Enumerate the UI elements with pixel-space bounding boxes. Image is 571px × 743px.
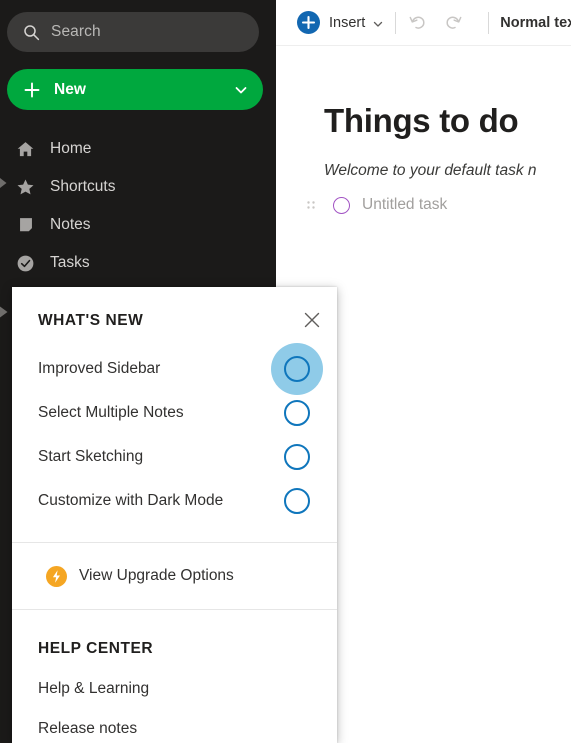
redo-icon[interactable]: [442, 12, 464, 34]
sidebar-item-home[interactable]: Home: [0, 130, 276, 168]
whats-new-popup: WHAT'S NEW Improved Sidebar Select Multi…: [12, 287, 337, 743]
insert-button-label: Insert: [329, 14, 366, 31]
sidebar-item-label: Tasks: [50, 254, 90, 271]
document-body: Things to do Welcome to your default tas…: [276, 46, 571, 217]
popup-header: WHAT'S NEW: [12, 287, 337, 347]
search-icon: [23, 24, 40, 41]
popup-divider: [12, 609, 337, 610]
plus-icon: [23, 81, 41, 99]
sidebar-item-label: Shortcuts: [50, 178, 116, 195]
sidebar-item-notes[interactable]: Notes: [0, 206, 276, 244]
insert-button[interactable]: Insert: [297, 11, 384, 34]
star-icon: [15, 177, 36, 198]
chevron-down-icon[interactable]: [233, 82, 249, 98]
close-icon[interactable]: [301, 309, 323, 331]
release-notes-link[interactable]: Release notes: [38, 720, 137, 738]
home-icon: [15, 139, 36, 160]
sidebar-nav: Home Shortcuts Notes Tasks: [0, 130, 276, 282]
help-center-heading: HELP CENTER: [38, 640, 154, 657]
plus-circle-icon: [297, 11, 320, 34]
whats-new-radio-icon[interactable]: [284, 444, 310, 470]
sidebar-item-tasks[interactable]: Tasks: [0, 244, 276, 282]
collapse-arrow-icon[interactable]: [0, 177, 9, 189]
task-label: Untitled task: [362, 196, 448, 213]
help-and-learning-link[interactable]: Help & Learning: [38, 680, 149, 698]
new-button-label: New: [54, 80, 86, 98]
whats-new-list: Improved Sidebar Select Multiple Notes S…: [12, 343, 337, 523]
whats-new-item-select-multiple-notes[interactable]: Select Multiple Notes: [12, 391, 337, 435]
search-input[interactable]: Search: [7, 12, 259, 52]
whats-new-radio-icon[interactable]: [284, 400, 310, 426]
sidebar-item-label: Notes: [50, 216, 91, 233]
page-subtitle: Welcome to your default task n: [324, 162, 537, 179]
app-window: Search New Home Shortcuts Notes Tasks In…: [0, 0, 571, 743]
check-circle-icon: [15, 253, 36, 274]
view-upgrade-options-button[interactable]: View Upgrade Options: [12, 543, 337, 609]
undo-icon[interactable]: [407, 12, 429, 34]
popup-title: WHAT'S NEW: [38, 312, 144, 329]
page-title: Things to do: [324, 102, 519, 139]
task-circle-icon[interactable]: [333, 196, 350, 214]
toolbar-separator: [488, 11, 490, 34]
lightning-bolt-icon: [46, 565, 67, 587]
whats-new-item-customize-dark-mode[interactable]: Customize with Dark Mode: [12, 479, 337, 523]
popup-pointer-arrow: [0, 305, 10, 319]
whats-new-radio-icon[interactable]: [284, 356, 310, 382]
note-icon: [15, 215, 36, 236]
new-button[interactable]: New: [7, 69, 263, 110]
view-upgrade-options-label: View Upgrade Options: [79, 567, 234, 584]
sidebar-item-label: Home: [50, 140, 92, 157]
sidebar-item-shortcuts[interactable]: Shortcuts: [0, 168, 276, 206]
toolbar-separator: [395, 11, 397, 34]
editor-toolbar: Insert Normal te: [276, 0, 571, 45]
task-list-item[interactable]: Untitled task: [305, 193, 571, 217]
text-style-dropdown[interactable]: Normal text: [500, 15, 571, 31]
whats-new-item-start-sketching[interactable]: Start Sketching: [12, 435, 337, 479]
whats-new-item-improved-sidebar[interactable]: Improved Sidebar: [12, 343, 337, 395]
drag-handle-icon[interactable]: [305, 198, 317, 212]
chevron-down-icon[interactable]: [372, 17, 384, 29]
search-placeholder: Search: [51, 23, 101, 40]
whats-new-radio-icon[interactable]: [284, 488, 310, 514]
